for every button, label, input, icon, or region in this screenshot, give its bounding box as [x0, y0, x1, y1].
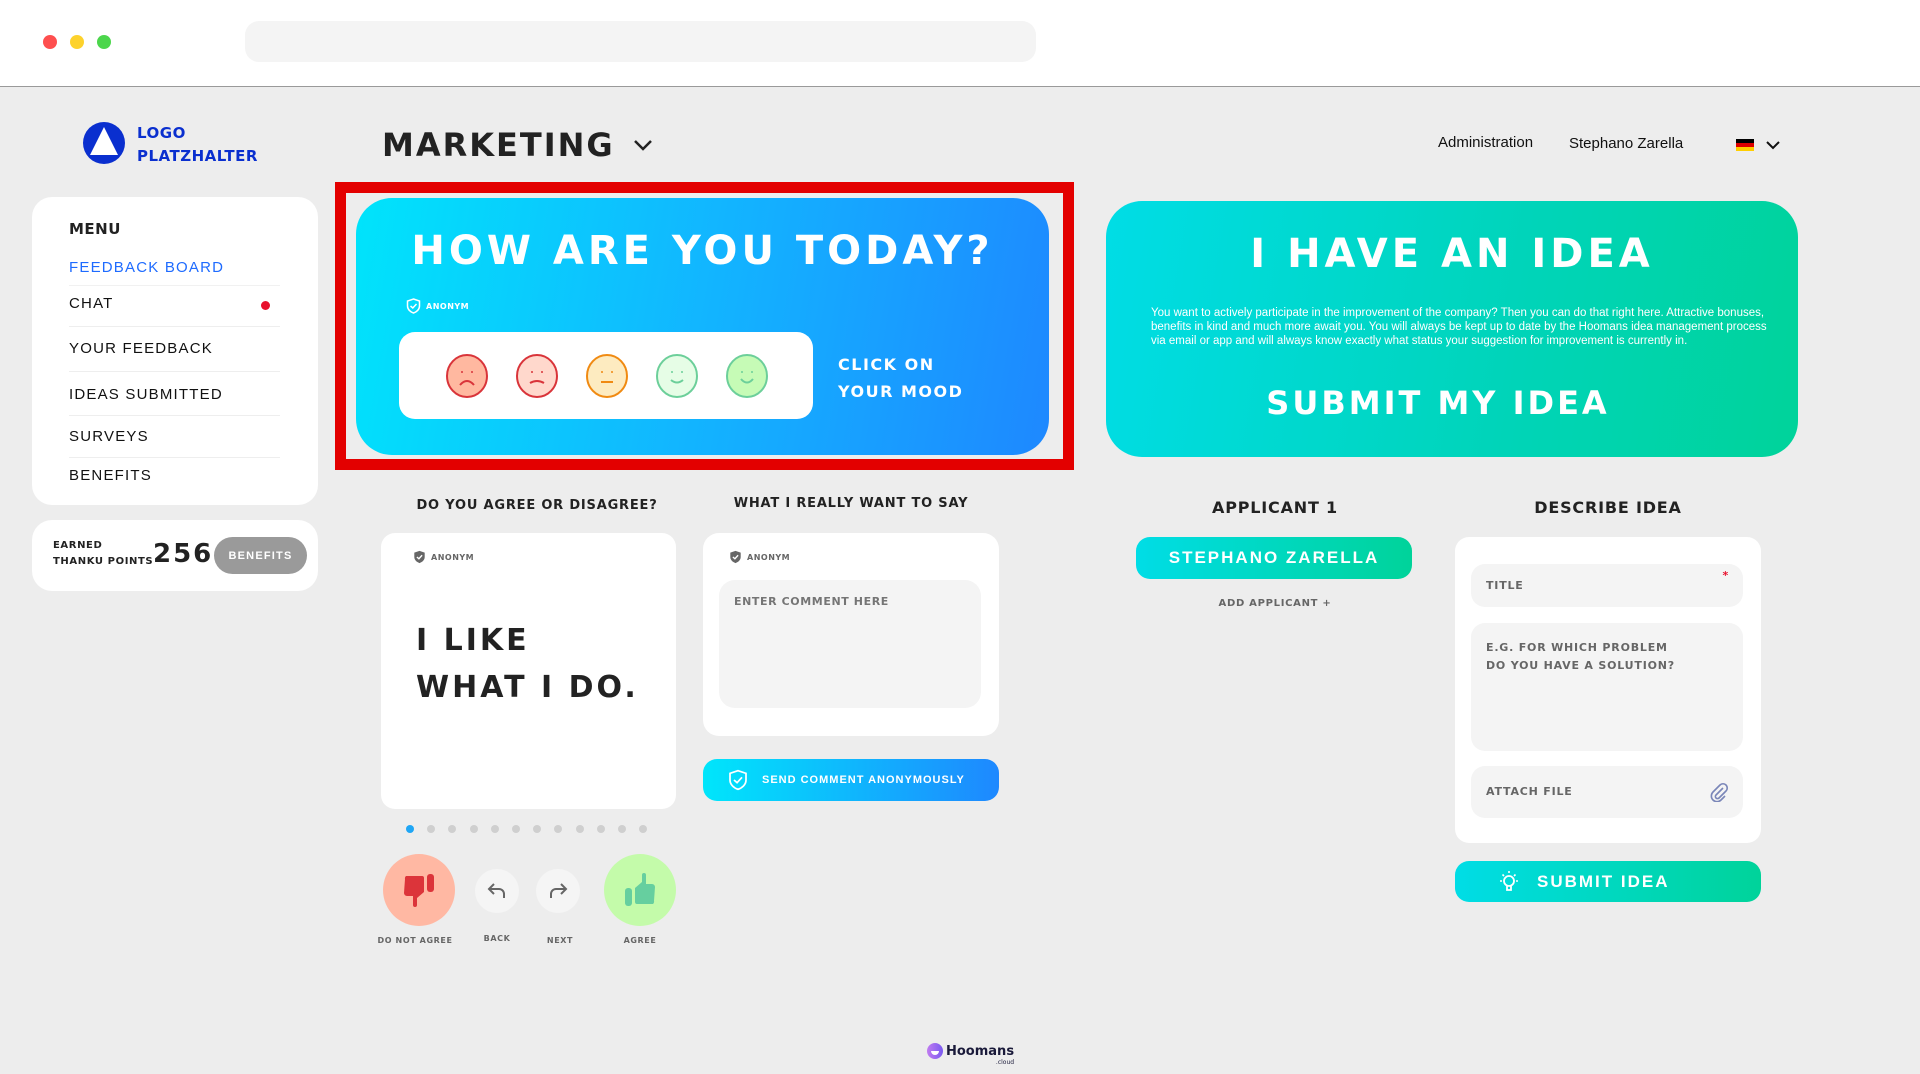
- mood-face-sad-icon[interactable]: [516, 354, 558, 398]
- describe-idea-form: TITLE * E.G. FOR WHICH PROBLEM DO YOU HAV…: [1455, 537, 1761, 843]
- redo-arrow-icon: [550, 883, 568, 898]
- undo-arrow-icon: [487, 883, 505, 898]
- shield-check-icon: [406, 298, 421, 314]
- idea-card[interactable]: I HAVE AN IDEA You want to actively part…: [1106, 201, 1798, 457]
- address-bar[interactable]: [245, 21, 1036, 62]
- idea-title: I HAVE AN IDEA: [1250, 231, 1654, 277]
- comment-heading: WHAT I REALLY WANT TO SAY: [733, 496, 969, 511]
- next-label: NEXT: [546, 936, 574, 945]
- logo-icon: [83, 122, 125, 164]
- menu-title: MENU: [69, 220, 121, 238]
- sidebar-item-benefits[interactable]: BENEFITS: [69, 467, 280, 493]
- chevron-down-icon: [1766, 140, 1780, 149]
- sidebar-item-ideas-submitted[interactable]: IDEAS SUBMITTED: [69, 386, 280, 416]
- comment-card: ANONYM: [703, 533, 999, 736]
- browser-toolbar: [0, 0, 1920, 87]
- back-label: BACK: [483, 934, 511, 943]
- notification-dot: [261, 301, 270, 310]
- hoomans-logo: Hoomans .cloud: [927, 1043, 1014, 1066]
- agree-heading: DO YOU AGREE OR DISAGREE?: [416, 498, 658, 513]
- sidebar-item-chat[interactable]: CHAT: [69, 295, 280, 327]
- disagree-button[interactable]: [383, 854, 455, 926]
- applicant-heading: APPLICANT 1: [1212, 498, 1338, 517]
- pagination-dot[interactable]: [533, 825, 542, 833]
- agree-button[interactable]: [604, 854, 676, 926]
- mood-face-very-sad-icon[interactable]: [446, 354, 488, 398]
- applicant-button[interactable]: STEPHANO ZARELLA: [1136, 537, 1412, 579]
- close-window-button[interactable]: [43, 35, 57, 49]
- mood-face-happy-icon[interactable]: [656, 354, 698, 398]
- anonym-badge: ANONYM: [729, 550, 790, 564]
- pagination-dot[interactable]: [575, 825, 584, 833]
- pagination-dot[interactable]: [490, 825, 499, 833]
- user-name[interactable]: Stephano Zarella: [1569, 135, 1683, 152]
- de-flag-icon: [1736, 139, 1754, 151]
- mood-face-neutral-icon[interactable]: [586, 354, 628, 398]
- paperclip-icon[interactable]: [1709, 782, 1729, 802]
- pagination-dot[interactable]: [448, 825, 457, 833]
- pagination-dot[interactable]: [554, 825, 563, 833]
- mood-title: HOW ARE YOU TODAY?: [411, 228, 994, 274]
- points-label: EARNED THANKU POINTS: [53, 540, 154, 567]
- describe-heading: DESCRIBE IDEA: [1534, 498, 1682, 517]
- mood-card: HOW ARE YOU TODAY? ANONYM CLICK ON YOUR M…: [356, 198, 1049, 455]
- thumbs-down-icon: [404, 874, 434, 907]
- comment-input[interactable]: [719, 580, 981, 708]
- language-selector[interactable]: [1736, 139, 1780, 151]
- department-dropdown[interactable]: MARKETING: [382, 126, 653, 164]
- maximize-window-button[interactable]: [97, 35, 111, 49]
- anonym-badge: ANONYM: [406, 298, 469, 314]
- shield-check-icon: [729, 769, 747, 791]
- statement-text: I LIKE WHAT I DO.: [416, 623, 639, 705]
- shield-check-icon: [414, 550, 425, 564]
- pagination-dot[interactable]: [406, 825, 414, 833]
- send-comment-label: SEND COMMENT ANONYMOUSLY: [762, 774, 965, 786]
- required-asterisk: *: [1722, 569, 1729, 582]
- submit-idea-label: SUBMIT IDEA: [1537, 871, 1670, 891]
- submit-idea-button[interactable]: SUBMIT IDEA: [1455, 861, 1761, 902]
- hoomans-logo-icon: [927, 1043, 943, 1059]
- back-button[interactable]: [475, 869, 519, 913]
- logo-text: LOGO PLATZHALTER: [137, 124, 258, 165]
- mood-selector: [399, 332, 813, 419]
- pagination-dot[interactable]: [469, 825, 478, 833]
- pagination-dot[interactable]: [427, 825, 436, 833]
- points-value: 256: [153, 539, 214, 569]
- pagination-dot[interactable]: [596, 825, 605, 833]
- pagination-dot[interactable]: [512, 825, 520, 833]
- administration-link[interactable]: Administration: [1438, 134, 1533, 151]
- mood-face-very-happy-icon[interactable]: [726, 354, 768, 398]
- chevron-down-icon: [633, 140, 652, 151]
- pagination-dot[interactable]: [639, 825, 648, 833]
- sidebar-item-your-feedback[interactable]: YOUR FEEDBACK: [69, 340, 280, 372]
- pagination-dot[interactable]: [618, 825, 626, 833]
- add-applicant-link[interactable]: ADD APPLICANT +: [1219, 598, 1332, 609]
- points-card: EARNED THANKU POINTS 256 BENEFITS: [32, 520, 318, 591]
- disagree-label: DO NOT AGREE: [377, 936, 453, 945]
- statement-card: ANONYM I LIKE WHAT I DO.: [381, 533, 676, 809]
- sidebar-item-label: CHAT: [69, 295, 114, 312]
- mood-cta: CLICK ON YOUR MOOD: [838, 355, 964, 401]
- benefits-button[interactable]: BENEFITS: [214, 537, 307, 574]
- sidebar-item-surveys[interactable]: SURVEYS: [69, 428, 280, 458]
- next-button[interactable]: [536, 869, 580, 913]
- lightbulb-icon: [1500, 870, 1518, 891]
- minimize-window-button[interactable]: [70, 35, 84, 49]
- thumbs-up-icon: [625, 873, 655, 906]
- shield-check-icon: [730, 550, 741, 564]
- title-input[interactable]: TITLE *: [1471, 564, 1743, 607]
- sidebar-item-feedback-board[interactable]: FEEDBACK BOARD: [69, 259, 280, 286]
- description-input[interactable]: E.G. FOR WHICH PROBLEM DO YOU HAVE A SOLU…: [1471, 623, 1743, 751]
- agree-label: AGREE: [623, 936, 657, 945]
- sidebar-menu: MENU FEEDBACK BOARD CHAT YOUR FEEDBACK I…: [32, 197, 318, 505]
- anonym-badge: ANONYM: [413, 550, 474, 564]
- department-label: MARKETING: [382, 126, 615, 164]
- send-comment-button[interactable]: SEND COMMENT ANONYMOUSLY: [703, 759, 999, 801]
- submit-my-idea-link[interactable]: SUBMIT MY IDEA: [1092, 384, 1784, 422]
- idea-description: You want to actively participate in the …: [1151, 307, 1767, 347]
- attach-file-field[interactable]: ATTACH FILE: [1471, 766, 1743, 818]
